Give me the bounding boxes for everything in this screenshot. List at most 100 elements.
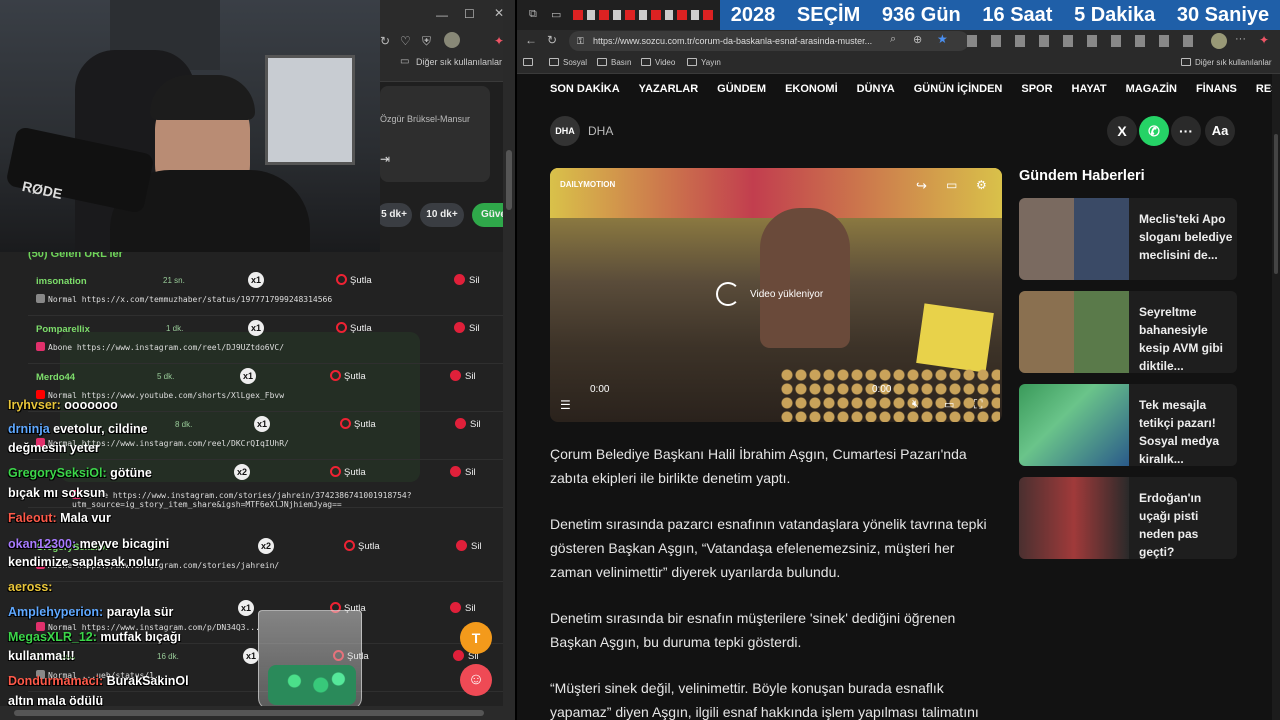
delete-label: Sil — [471, 541, 482, 552]
news-card[interactable]: Erdoğan'ın uçağı pisti neden pas geçti? — [1019, 477, 1237, 559]
nav-item[interactable]: HAYAT — [1072, 83, 1107, 95]
queue-url[interactable]: Normal https://x.com/temmuzhaber/status/… — [36, 294, 332, 304]
chat-username[interactable]: Faleout: — [8, 511, 57, 525]
news-card[interactable]: Seyreltme bahanesiyle kesip AVM gibi dik… — [1019, 291, 1237, 373]
fullscreen-icon[interactable]: ⛶ — [974, 397, 982, 412]
nav-item[interactable]: YAZARLAR — [639, 83, 699, 95]
site-info-icon[interactable]: ⚿ — [577, 31, 584, 51]
queue-time: 16 dk. — [157, 652, 179, 661]
horizontal-scrollbar[interactable] — [0, 706, 504, 720]
zoom-icon[interactable]: ⊕ — [913, 33, 922, 46]
mute-button[interactable]: Şutla — [344, 540, 380, 552]
chat-username[interactable]: GregorySeksiOl: — [8, 466, 107, 480]
avatar[interactable] — [444, 32, 460, 48]
bookmarks-other[interactable]: Diğer sık kullanılanlar — [1181, 58, 1271, 67]
search-icon[interactable]: ⌕ — [890, 33, 896, 46]
bookmark-sosyal[interactable]: Sosyal — [549, 58, 587, 67]
bookmark-yayin[interactable]: Yayın — [687, 58, 721, 67]
refresh-icon[interactable]: ↻ — [380, 34, 390, 48]
tab-list-icon[interactable]: ▭ — [551, 8, 561, 21]
nav-item[interactable]: RESMİ İLANLAR — [1256, 83, 1272, 95]
more-share-button[interactable]: ··· — [1171, 116, 1201, 146]
bookmarks-other[interactable]: Diğer sık kullanılanlar — [416, 57, 502, 67]
shield-icon[interactable]: ⛨ — [422, 34, 431, 49]
extension-icons[interactable] — [967, 35, 1207, 47]
video-player[interactable]: DAILYMOTION ↪ ▭ ⚙ Video yükleniyor 0:00 … — [550, 168, 1002, 422]
queue-username[interactable]: Pomparellix — [36, 324, 90, 335]
chat-username[interactable]: okan12300: — [8, 537, 76, 551]
filter-5min[interactable]: 5 dk+ — [376, 203, 412, 227]
nav-item[interactable]: SPOR — [1021, 83, 1052, 95]
market-awning — [550, 168, 1002, 218]
nav-item[interactable]: DÜNYA — [857, 83, 895, 95]
delete-button[interactable]: Sil — [450, 602, 476, 614]
captions-icon[interactable]: ▭ — [944, 398, 954, 411]
delete-button[interactable]: Sil — [454, 274, 480, 286]
mute-button[interactable]: Şutla — [330, 370, 366, 382]
reading-icon[interactable] — [523, 58, 537, 67]
t-badge[interactable]: T — [460, 622, 492, 654]
source-name[interactable]: DHA — [588, 124, 613, 138]
settings-icon[interactable]: ⚙ — [976, 178, 987, 192]
profile-avatar[interactable] — [1211, 33, 1227, 49]
queue-count-badge: x1 — [254, 416, 270, 432]
font-size-button[interactable]: Aa — [1205, 116, 1235, 146]
maximize-icon[interactable]: ☐ — [464, 7, 475, 21]
x-share-button[interactable]: X — [1107, 116, 1137, 146]
nav-item[interactable]: MAGAZİN — [1126, 83, 1177, 95]
delete-button[interactable]: Sil — [450, 466, 476, 478]
copilot-icon[interactable]: ✦ — [1259, 33, 1269, 47]
url-input[interactable]: ⚿ https://www.sozcu.com.tr/corum-da-bask… — [569, 31, 969, 51]
chat-text: kullanma!!! — [8, 649, 75, 663]
queue-url[interactable]: Abone https://www.instagram.com/stories/… — [72, 490, 432, 509]
bookmark-basin[interactable]: Basın — [597, 58, 631, 67]
scroll-thumb[interactable] — [1274, 134, 1278, 274]
mute-button[interactable]: Şutla — [340, 418, 376, 430]
menu-icon[interactable]: ··· — [1235, 33, 1246, 45]
news-card[interactable]: Tek mesajla tetikçi pazarı! Sosyal medya… — [1019, 384, 1237, 466]
person-add-icon[interactable]: ☺ — [460, 664, 492, 696]
volume-icon[interactable]: 🔇︎ — [912, 398, 919, 411]
filter-10min[interactable]: 10 dk+ — [420, 203, 464, 227]
pinned-tabs[interactable] — [573, 10, 713, 20]
nav-item[interactable]: SON DAKİKA — [550, 83, 620, 95]
whatsapp-icon[interactable]: ✆ — [1139, 116, 1169, 146]
chat-username[interactable]: MegasXLR_12: — [8, 630, 97, 644]
scroll-thumb[interactable] — [506, 150, 512, 210]
chat-username[interactable]: Iryhvser: — [8, 398, 61, 412]
news-thumbnail — [1019, 477, 1129, 559]
mute-button[interactable]: Şutla — [336, 322, 372, 334]
nav-item[interactable]: FİNANS — [1196, 83, 1237, 95]
scroll-thumb[interactable] — [14, 710, 484, 716]
refresh-icon[interactable]: ↻ — [547, 33, 557, 47]
chat-username[interactable]: Dondurmamaci: — [8, 674, 103, 688]
favorite-star-icon[interactable]: ★ — [937, 32, 948, 46]
enter-icon[interactable]: ⇥ — [380, 152, 390, 166]
delete-button[interactable]: Sil — [455, 418, 481, 430]
minimize-icon[interactable]: — — [436, 8, 448, 22]
back-icon[interactable]: ← — [525, 33, 537, 47]
pip-icon[interactable]: ▭ — [946, 178, 957, 192]
playlist-icon[interactable]: ☰ — [560, 398, 571, 412]
mute-button[interactable]: Şutla — [336, 274, 372, 286]
nav-item[interactable]: GÜNDEM — [717, 83, 766, 95]
queue-username[interactable]: Merdo44 — [36, 372, 75, 383]
chat-username[interactable]: drninja — [8, 422, 50, 436]
vertical-scrollbar[interactable] — [503, 0, 515, 720]
queue-username[interactable]: imsonation — [36, 276, 87, 287]
delete-button[interactable]: Sil — [456, 540, 482, 552]
news-card[interactable]: Meclis'teki Apo sloganı belediye meclisi… — [1019, 198, 1237, 280]
chat-username[interactable]: aeross: — [8, 580, 52, 594]
mute-button[interactable]: Şutla — [330, 466, 366, 478]
delete-button[interactable]: Sil — [454, 322, 480, 334]
nav-item[interactable]: EKONOMİ — [785, 83, 838, 95]
queue-url[interactable]: Abone https://www.instagram.com/reel/DJ9… — [36, 342, 284, 352]
page-scrollbar[interactable] — [1272, 74, 1280, 720]
bookmark-video[interactable]: Video — [641, 58, 675, 67]
delete-button[interactable]: Sil — [450, 370, 476, 382]
chat-username[interactable]: Amplehyperion: — [8, 605, 103, 619]
nav-item[interactable]: GÜNÜN İÇİNDEN — [914, 83, 1003, 95]
heart-icon[interactable]: ♡ — [400, 34, 411, 48]
workspaces-icon[interactable]: ⧉ — [529, 8, 537, 21]
share-icon[interactable]: ↪ — [916, 178, 927, 194]
